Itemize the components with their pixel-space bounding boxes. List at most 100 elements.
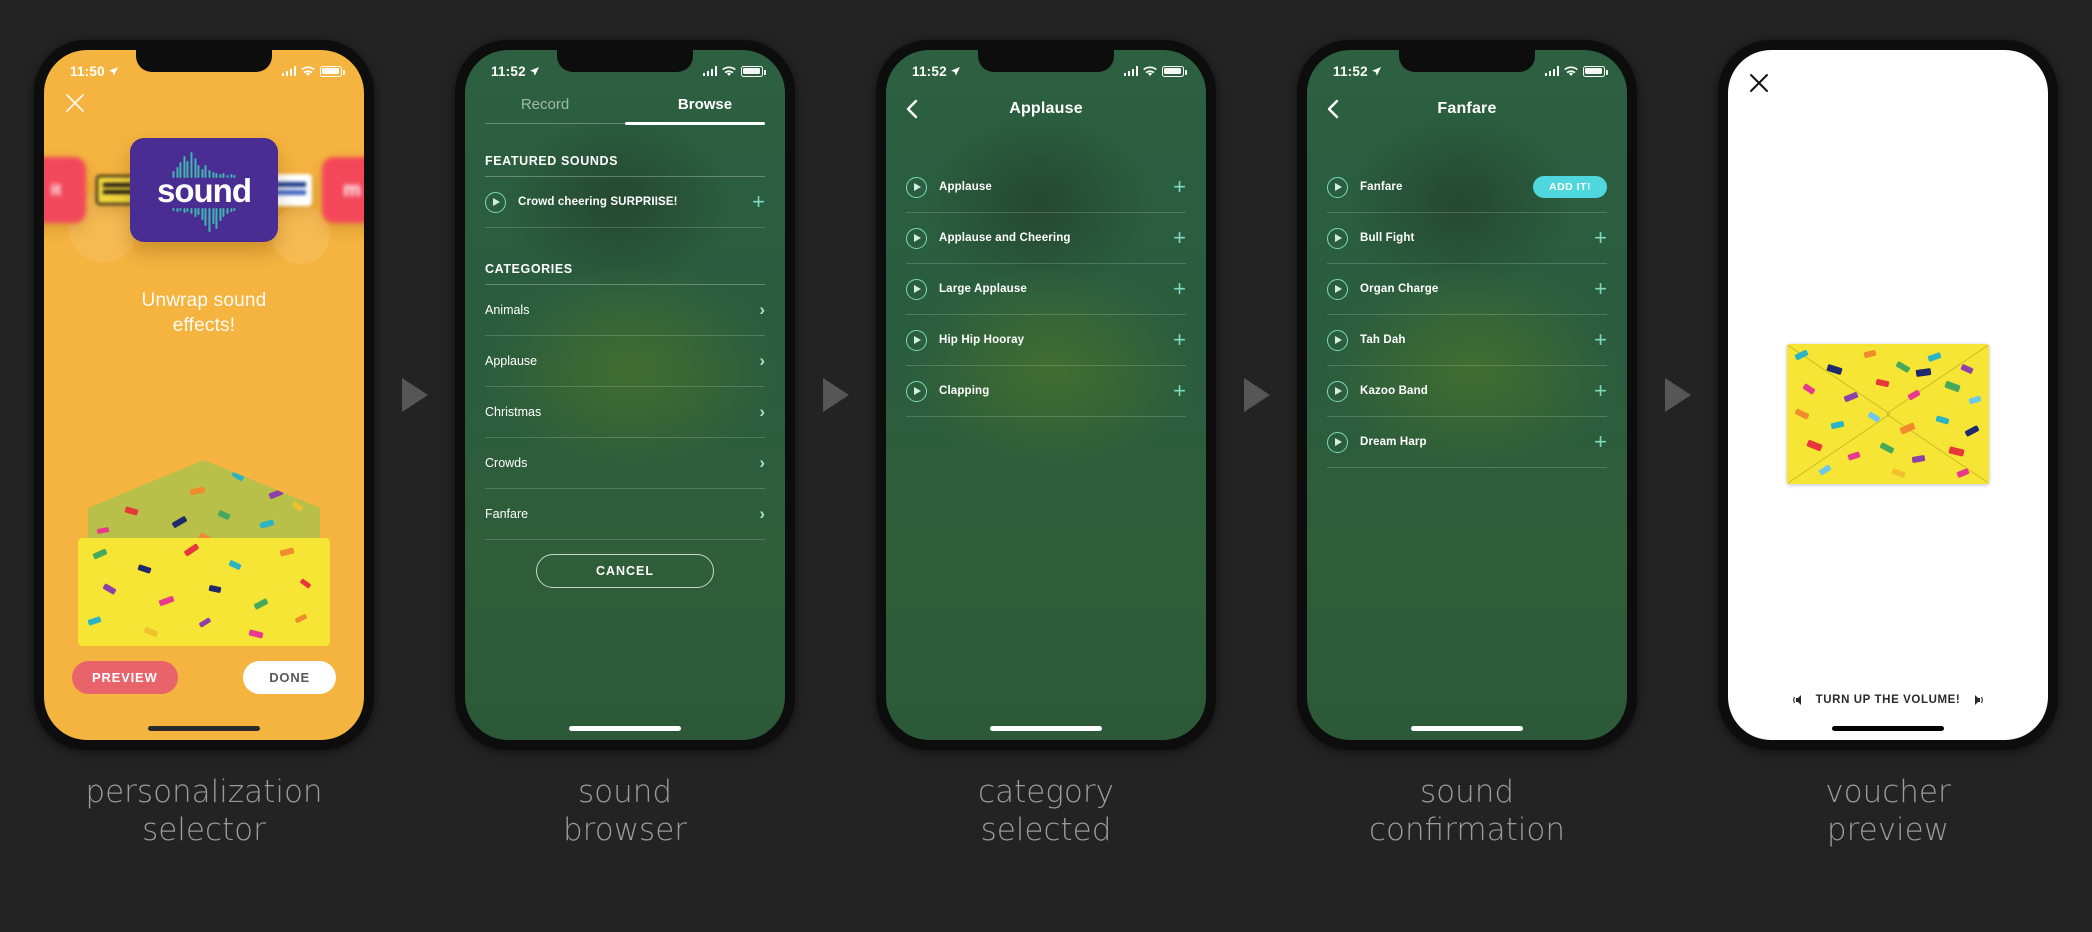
sound-row[interactable]: Tah Dah + bbox=[1307, 315, 1627, 365]
carousel-card-far-left[interactable] bbox=[44, 157, 86, 223]
nav-bar-3: Applause bbox=[886, 88, 1206, 130]
cellular-bars-icon bbox=[702, 66, 717, 76]
back-button[interactable] bbox=[902, 98, 924, 120]
nav-bar-4: Fanfare bbox=[1307, 88, 1627, 130]
confetti-envelope-graphic bbox=[69, 460, 339, 650]
action-bar: PREVIEW DONE bbox=[44, 661, 364, 694]
status-time: 11:52 bbox=[491, 63, 526, 79]
tab-record[interactable]: Record bbox=[465, 90, 625, 123]
featured-sound-name: Crowd cheering SURPRIISE! bbox=[518, 196, 678, 208]
sound-row[interactable]: Bull Fight + bbox=[1307, 213, 1627, 263]
sound-tile-selected[interactable]: sound bbox=[130, 138, 278, 242]
caption-line-1: sound bbox=[577, 774, 673, 810]
status-time: 11:52 bbox=[912, 63, 947, 79]
battery-icon bbox=[1583, 65, 1608, 77]
screen-sound-browser: 11:52 Record Browse FEATURED SOUNDS Crow… bbox=[465, 50, 785, 740]
plus-icon[interactable]: + bbox=[1173, 176, 1186, 198]
caption-line-1: sound bbox=[1419, 774, 1515, 810]
sound-row[interactable]: Large Applause + bbox=[886, 264, 1206, 314]
confetti-envelope-graphic bbox=[1787, 344, 1989, 484]
status-time-group: 11:50 bbox=[70, 64, 118, 79]
plus-icon[interactable]: + bbox=[1173, 329, 1186, 351]
step-caption: personalization selector bbox=[85, 774, 322, 850]
play-circle-icon[interactable] bbox=[906, 380, 927, 402]
plus-icon[interactable]: + bbox=[1594, 227, 1607, 249]
category-row-applause[interactable]: Applause › bbox=[465, 336, 785, 386]
plus-icon[interactable]: + bbox=[1173, 380, 1186, 402]
play-circle-icon[interactable] bbox=[1327, 176, 1348, 198]
status-time-group: 11:52 bbox=[491, 64, 539, 79]
play-circle-icon[interactable] bbox=[906, 329, 927, 351]
wifi-icon bbox=[1564, 66, 1578, 76]
play-circle-icon[interactable] bbox=[906, 227, 927, 249]
page-title: Applause bbox=[1009, 100, 1083, 117]
plus-icon[interactable]: + bbox=[1594, 380, 1607, 402]
triangle-right-icon bbox=[1664, 378, 1691, 412]
sound-row-selected[interactable]: Fanfare ADD IT! bbox=[1307, 162, 1627, 212]
plus-icon[interactable]: + bbox=[1173, 278, 1186, 300]
chevron-right-icon: › bbox=[759, 504, 765, 523]
phone-frame-1: 11:50 it m sound Unwrap sound effects! P… bbox=[34, 40, 374, 750]
page-title-line2: effects! bbox=[172, 315, 236, 337]
step-sound-browser: 11:52 Record Browse FEATURED SOUNDS Crow… bbox=[455, 40, 795, 850]
cellular-bars-icon bbox=[281, 66, 296, 76]
play-circle-icon[interactable] bbox=[1327, 227, 1348, 249]
sound-row[interactable]: Dream Harp + bbox=[1307, 417, 1627, 467]
play-circle-icon[interactable] bbox=[906, 176, 927, 198]
phone-frame-3: 11:52 Applause Applause + Applause and C… bbox=[876, 40, 1216, 750]
tab-browse[interactable]: Browse bbox=[625, 90, 785, 123]
sound-name: Applause and Cheering bbox=[939, 232, 1071, 244]
close-button[interactable] bbox=[62, 90, 88, 116]
close-button[interactable] bbox=[1748, 72, 1770, 94]
sound-row[interactable]: Kazoo Band + bbox=[1307, 366, 1627, 416]
plus-icon[interactable]: + bbox=[752, 191, 765, 213]
home-indicator[interactable] bbox=[148, 726, 260, 731]
home-indicator[interactable] bbox=[1832, 726, 1944, 731]
done-button[interactable]: DONE bbox=[243, 661, 336, 694]
preview-button[interactable]: PREVIEW bbox=[72, 661, 178, 694]
screen-voucher-preview: TURN UP THE VOLUME! bbox=[1728, 50, 2048, 740]
plus-icon[interactable]: + bbox=[1173, 227, 1186, 249]
plus-icon[interactable]: + bbox=[1594, 278, 1607, 300]
add-it-button[interactable]: ADD IT! bbox=[1533, 176, 1607, 198]
caption-line-2: browser bbox=[562, 811, 688, 848]
play-circle-icon[interactable] bbox=[1327, 329, 1348, 351]
phone-notch bbox=[1399, 50, 1535, 72]
category-row-animals[interactable]: Animals › bbox=[465, 285, 785, 335]
sound-tile-carousel[interactable]: sound bbox=[44, 102, 364, 278]
play-circle-icon[interactable] bbox=[485, 191, 506, 213]
play-circle-icon[interactable] bbox=[1327, 380, 1348, 402]
carousel-card-far-right[interactable] bbox=[322, 157, 364, 223]
screen-category-selected: 11:52 Applause Applause + Applause and C… bbox=[886, 50, 1206, 740]
phone-frame-2: 11:52 Record Browse FEATURED SOUNDS Crow… bbox=[455, 40, 795, 750]
sound-row[interactable]: Hip Hip Hooray + bbox=[886, 315, 1206, 365]
sound-row[interactable]: Applause + bbox=[886, 162, 1206, 212]
home-indicator[interactable] bbox=[569, 726, 681, 731]
categories-label: CATEGORIES bbox=[485, 262, 573, 276]
plus-icon[interactable]: + bbox=[1594, 431, 1607, 453]
tab-bar: Record Browse bbox=[465, 90, 785, 123]
category-row-fanfare[interactable]: Fanfare › bbox=[465, 489, 785, 539]
category-row-christmas[interactable]: Christmas › bbox=[465, 387, 785, 437]
home-indicator[interactable] bbox=[1411, 726, 1523, 731]
sound-name: Kazoo Band bbox=[1360, 385, 1428, 397]
category-row-crowds[interactable]: Crowds › bbox=[465, 438, 785, 488]
plus-icon[interactable]: + bbox=[1594, 329, 1607, 351]
play-circle-icon[interactable] bbox=[906, 278, 927, 300]
phone-frame-5: TURN UP THE VOLUME! bbox=[1718, 40, 2058, 750]
home-indicator[interactable] bbox=[990, 726, 1102, 731]
wifi-icon bbox=[301, 66, 315, 76]
sound-row[interactable]: Applause and Cheering + bbox=[886, 213, 1206, 263]
sound-row[interactable]: Organ Charge + bbox=[1307, 264, 1627, 314]
chevron-right-icon: › bbox=[759, 453, 765, 472]
cancel-button[interactable]: CANCEL bbox=[536, 554, 714, 588]
sound-name: Applause bbox=[939, 181, 992, 193]
play-circle-icon[interactable] bbox=[1327, 431, 1348, 453]
play-circle-icon[interactable] bbox=[1327, 278, 1348, 300]
back-button[interactable] bbox=[1323, 98, 1345, 120]
sound-row[interactable]: Clapping + bbox=[886, 366, 1206, 416]
featured-sound-row[interactable]: Crowd cheering SURPRIISE! + bbox=[465, 177, 785, 227]
battery-icon bbox=[1162, 65, 1187, 77]
phone-notch bbox=[557, 50, 693, 72]
status-time: 11:52 bbox=[1333, 63, 1368, 79]
